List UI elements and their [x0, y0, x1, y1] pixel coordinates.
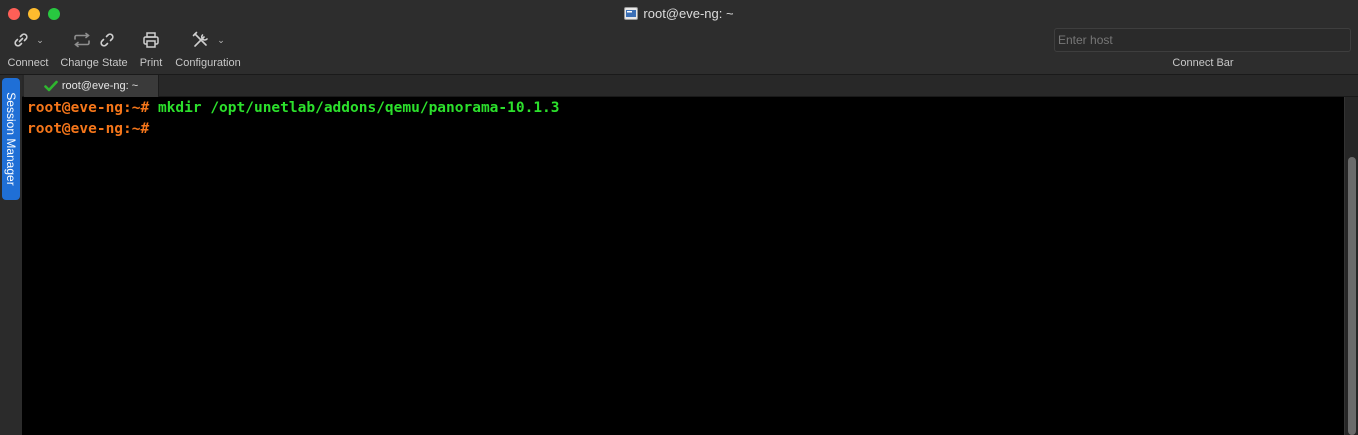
- shell-prompt: root@eve-ng:~#: [27, 100, 150, 116]
- connected-check-icon: [44, 80, 58, 92]
- tab-label: root@eve-ng: ~: [61, 80, 139, 92]
- printer-icon: [143, 32, 159, 48]
- chevron-down-icon: ⌄: [36, 34, 44, 45]
- change-state-label: Change State: [60, 57, 128, 69]
- securecrt-window: root@eve-ng: ~ ⌄ Connect Change State Pr…: [0, 0, 1358, 435]
- terminal-line: root@eve-ng:~#: [27, 119, 1339, 140]
- title-bar: root@eve-ng: ~: [0, 0, 1358, 28]
- terminal-output[interactable]: root@eve-ng:~# mkdir /opt/unetlab/addons…: [22, 97, 1344, 435]
- configuration-button[interactable]: ⌄ Configuration: [171, 28, 245, 74]
- chevron-down-icon: ⌄: [217, 34, 225, 45]
- shell-command: mkdir /opt/unetlab/addons/qemu/panorama-…: [149, 100, 560, 116]
- session-tab-bar: root@eve-ng: ~: [22, 75, 1358, 97]
- scrollbar-thumb[interactable]: [1348, 157, 1356, 435]
- connect-button[interactable]: ⌄ Connect: [5, 28, 51, 74]
- window-title: root@eve-ng: ~: [643, 6, 734, 21]
- session-manager-label: Session Manager: [4, 92, 18, 186]
- reconnect-icon: [74, 32, 90, 48]
- shell-prompt: root@eve-ng:~#: [27, 121, 150, 137]
- session-manager-tab[interactable]: Session Manager: [2, 78, 20, 200]
- tab-root-eve-ng[interactable]: root@eve-ng: ~: [24, 75, 159, 97]
- tools-icon: [192, 31, 209, 47]
- configuration-label: Configuration: [175, 57, 241, 69]
- connect-label: Connect: [7, 57, 49, 69]
- print-label: Print: [139, 57, 163, 69]
- terminal-scrollbar[interactable]: [1344, 97, 1358, 435]
- disconnect-link-icon: [100, 33, 114, 47]
- enter-host-input[interactable]: [1054, 28, 1351, 52]
- terminal-line: root@eve-ng:~# mkdir /opt/unetlab/addons…: [27, 98, 1339, 119]
- connect-bar-label: Connect Bar: [1172, 57, 1234, 69]
- terminal-session-icon: [624, 7, 639, 20]
- window-title-container: root@eve-ng: ~: [0, 6, 1358, 21]
- link-icon: [14, 33, 28, 47]
- print-button[interactable]: Print: [136, 28, 166, 74]
- change-state-button[interactable]: Change State: [57, 28, 131, 74]
